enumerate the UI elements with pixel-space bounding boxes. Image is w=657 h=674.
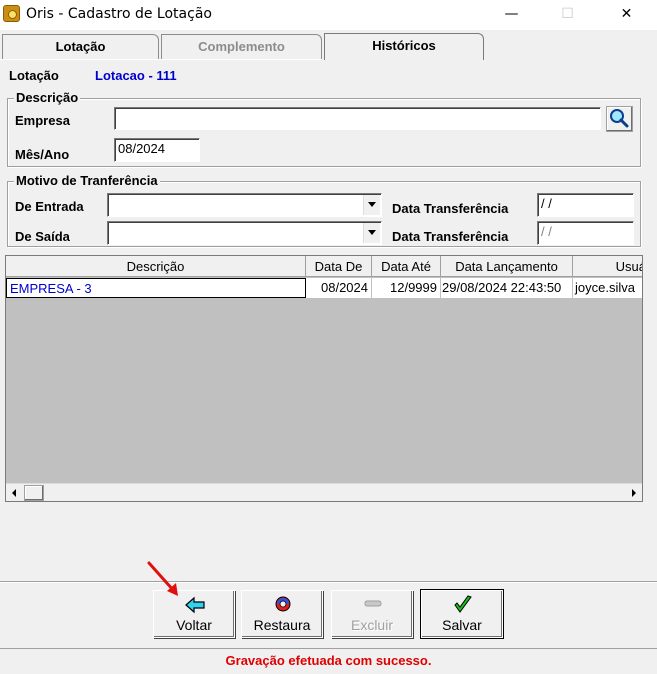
- salvar-label: Salvar: [442, 617, 482, 633]
- data-transferencia-label-2: Data Transferência: [392, 229, 509, 244]
- table-row[interactable]: EMPRESA - 3 08/2024 12/9999 29/08/2024 2…: [6, 278, 642, 298]
- app-icon: [3, 5, 20, 22]
- col-header-data-ate[interactable]: Data Até: [372, 256, 441, 277]
- status-bar: Gravação efetuada com sucesso.: [0, 648, 657, 674]
- cell-data-ate[interactable]: 12/9999: [372, 278, 441, 298]
- col-header-descricao[interactable]: Descrição: [6, 256, 306, 277]
- delete-icon: [364, 600, 382, 607]
- cell-descricao[interactable]: EMPRESA - 3: [6, 278, 306, 298]
- restaura-label: Restaura: [253, 617, 311, 633]
- chevron-down-icon[interactable]: [363, 195, 380, 215]
- search-button[interactable]: [606, 106, 633, 132]
- empresa-field[interactable]: [114, 107, 601, 130]
- restore-icon: [275, 596, 291, 612]
- restaura-button[interactable]: Restaura: [241, 590, 323, 638]
- mes-ano-field[interactable]: 08/2024: [114, 138, 200, 162]
- tab-divider: [0, 59, 322, 60]
- lotacao-value: Lotacao - 111: [95, 68, 177, 83]
- excluir-label: Excluir: [350, 617, 393, 633]
- de-saida-label: De Saída: [15, 229, 70, 244]
- de-entrada-select[interactable]: [107, 193, 382, 217]
- de-entrada-label: De Entrada: [15, 199, 84, 214]
- de-saida-select[interactable]: [107, 221, 382, 245]
- col-header-usuario[interactable]: Usuá: [573, 256, 642, 277]
- scroll-right-button[interactable]: [625, 485, 642, 501]
- col-header-data-lancamento[interactable]: Data Lançamento: [441, 256, 573, 277]
- status-message: Gravação efetuada com sucesso.: [225, 653, 432, 668]
- horizontal-scrollbar[interactable]: [6, 483, 642, 501]
- minimize-button[interactable]: —: [489, 0, 534, 30]
- cell-data-lancamento[interactable]: 29/08/2024 22:43:50: [441, 278, 573, 298]
- col-header-data-de[interactable]: Data De: [306, 256, 372, 277]
- chevron-down-icon[interactable]: [363, 223, 380, 243]
- empresa-label: Empresa: [15, 113, 70, 128]
- tab-historicos[interactable]: Históricos: [324, 33, 484, 60]
- close-button[interactable]: ✕: [604, 0, 649, 30]
- voltar-label: Voltar: [176, 617, 212, 633]
- grid-header: Descrição Data De Data Até Data Lançamen…: [6, 256, 642, 277]
- annotation-arrow-icon: [147, 561, 178, 596]
- salvar-button[interactable]: Salvar: [420, 589, 504, 639]
- chevron-left-icon: [12, 489, 16, 497]
- data-transferencia-label-1: Data Transferência: [392, 201, 509, 216]
- data-transferencia-field-1[interactable]: / /: [537, 193, 634, 217]
- scroll-thumb[interactable]: [24, 485, 44, 501]
- chevron-right-icon: [632, 489, 636, 497]
- cell-data-de[interactable]: 08/2024: [306, 278, 372, 298]
- button-bar-divider: [0, 581, 657, 583]
- scroll-left-button[interactable]: [6, 485, 23, 501]
- data-transferencia-field-2[interactable]: / /: [537, 221, 634, 245]
- motivo-group-title: Motivo de Tranferência: [14, 173, 160, 188]
- maximize-button[interactable]: ☐: [545, 0, 590, 30]
- window-title: Oris - Cadastro de Lotação: [26, 6, 212, 22]
- historico-grid[interactable]: Descrição Data De Data Até Data Lançamen…: [5, 255, 643, 502]
- descricao-group-title: Descrição: [14, 90, 81, 105]
- tab-lotacao[interactable]: Lotação: [2, 34, 159, 60]
- lotacao-label: Lotação: [9, 68, 59, 83]
- mes-ano-label: Mês/Ano: [15, 147, 70, 162]
- checkmark-icon: [454, 595, 472, 613]
- excluir-button[interactable]: Excluir: [331, 590, 413, 638]
- tab-complemento[interactable]: Complemento: [161, 34, 322, 60]
- cell-usuario[interactable]: joyce.silva: [573, 278, 642, 298]
- magnifier-icon: [610, 109, 629, 128]
- title-bar: Oris - Cadastro de Lotação — ☐ ✕: [0, 0, 657, 30]
